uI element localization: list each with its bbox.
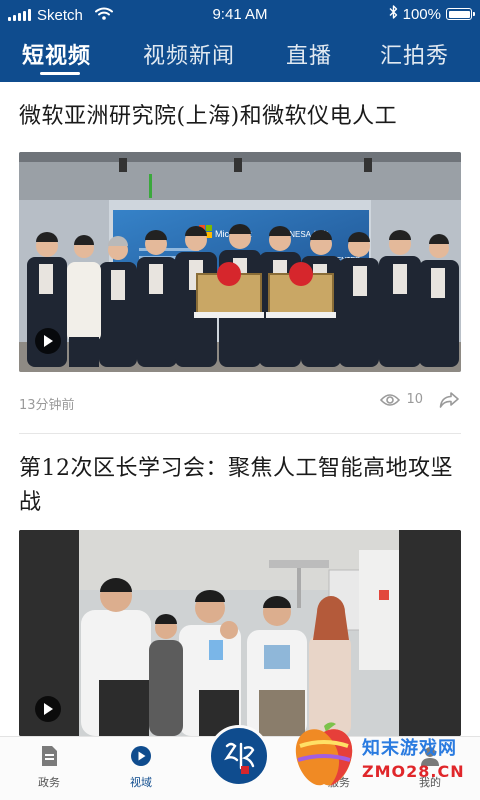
play-circle-icon	[131, 746, 151, 766]
play-icon	[44, 335, 53, 347]
tab-live[interactable]: 直播	[286, 38, 332, 70]
share-button[interactable]	[439, 391, 459, 413]
play-icon	[44, 703, 53, 715]
event-photo: Microsoft INESA 仪电 ON CENTER	[19, 152, 461, 372]
tab-video-news[interactable]: 视频新闻	[143, 38, 235, 70]
watermark-title: 知末游戏网	[362, 738, 457, 759]
publish-time: 13分钟前	[19, 398, 75, 413]
event-photo	[19, 530, 461, 736]
document-icon	[42, 746, 57, 766]
share-icon	[439, 392, 459, 408]
article-title[interactable]: 第12次区长学习会：聚焦人工智能高地攻坚战	[19, 452, 459, 520]
feed-divider	[19, 433, 461, 434]
battery-fill	[448, 10, 470, 18]
active-tab-indicator	[40, 72, 80, 75]
status-right: 100%	[389, 5, 475, 23]
nav-label: 政务	[38, 776, 60, 789]
video-thumbnail[interactable]: Microsoft INESA 仪电 ON CENTER	[19, 152, 461, 372]
play-button[interactable]	[35, 696, 61, 722]
top-tab-bar: 短视频 视频新闻 直播 汇拍秀	[0, 30, 480, 82]
brand-logo	[212, 729, 266, 783]
nav-label: 视域	[130, 776, 152, 789]
watermark-logo	[295, 722, 353, 786]
battery-percent: 100%	[402, 5, 441, 23]
nav-government[interactable]: 政务	[19, 745, 79, 790]
article-title[interactable]: 微软亚洲研究院(上海)和微软仪电人工	[19, 100, 459, 134]
eye-icon	[380, 393, 401, 406]
article-meta: 13分钟前 10	[19, 392, 461, 414]
play-button[interactable]	[35, 328, 61, 354]
status-bar: Sketch 9:41 AM 100%	[0, 0, 480, 30]
tab-huipaixiu[interactable]: 汇拍秀	[380, 38, 449, 70]
nav-video-domain[interactable]: 视域	[111, 745, 171, 790]
tab-short-video[interactable]: 短视频	[22, 38, 91, 70]
site-watermark: 知末游戏网 ZMO28.CN	[280, 714, 480, 800]
video-thumbnail[interactable]	[19, 530, 461, 736]
view-count: 10	[380, 392, 423, 407]
battery-icon	[446, 8, 475, 20]
view-count-value: 10	[406, 392, 423, 407]
watermark-url: ZMO28.CN	[362, 762, 465, 781]
bluetooth-icon	[389, 5, 398, 23]
app-header: Sketch 9:41 AM 100% 短视频 视频新闻 直播 汇拍秀	[0, 0, 480, 82]
brand-logo-button[interactable]	[208, 725, 270, 787]
